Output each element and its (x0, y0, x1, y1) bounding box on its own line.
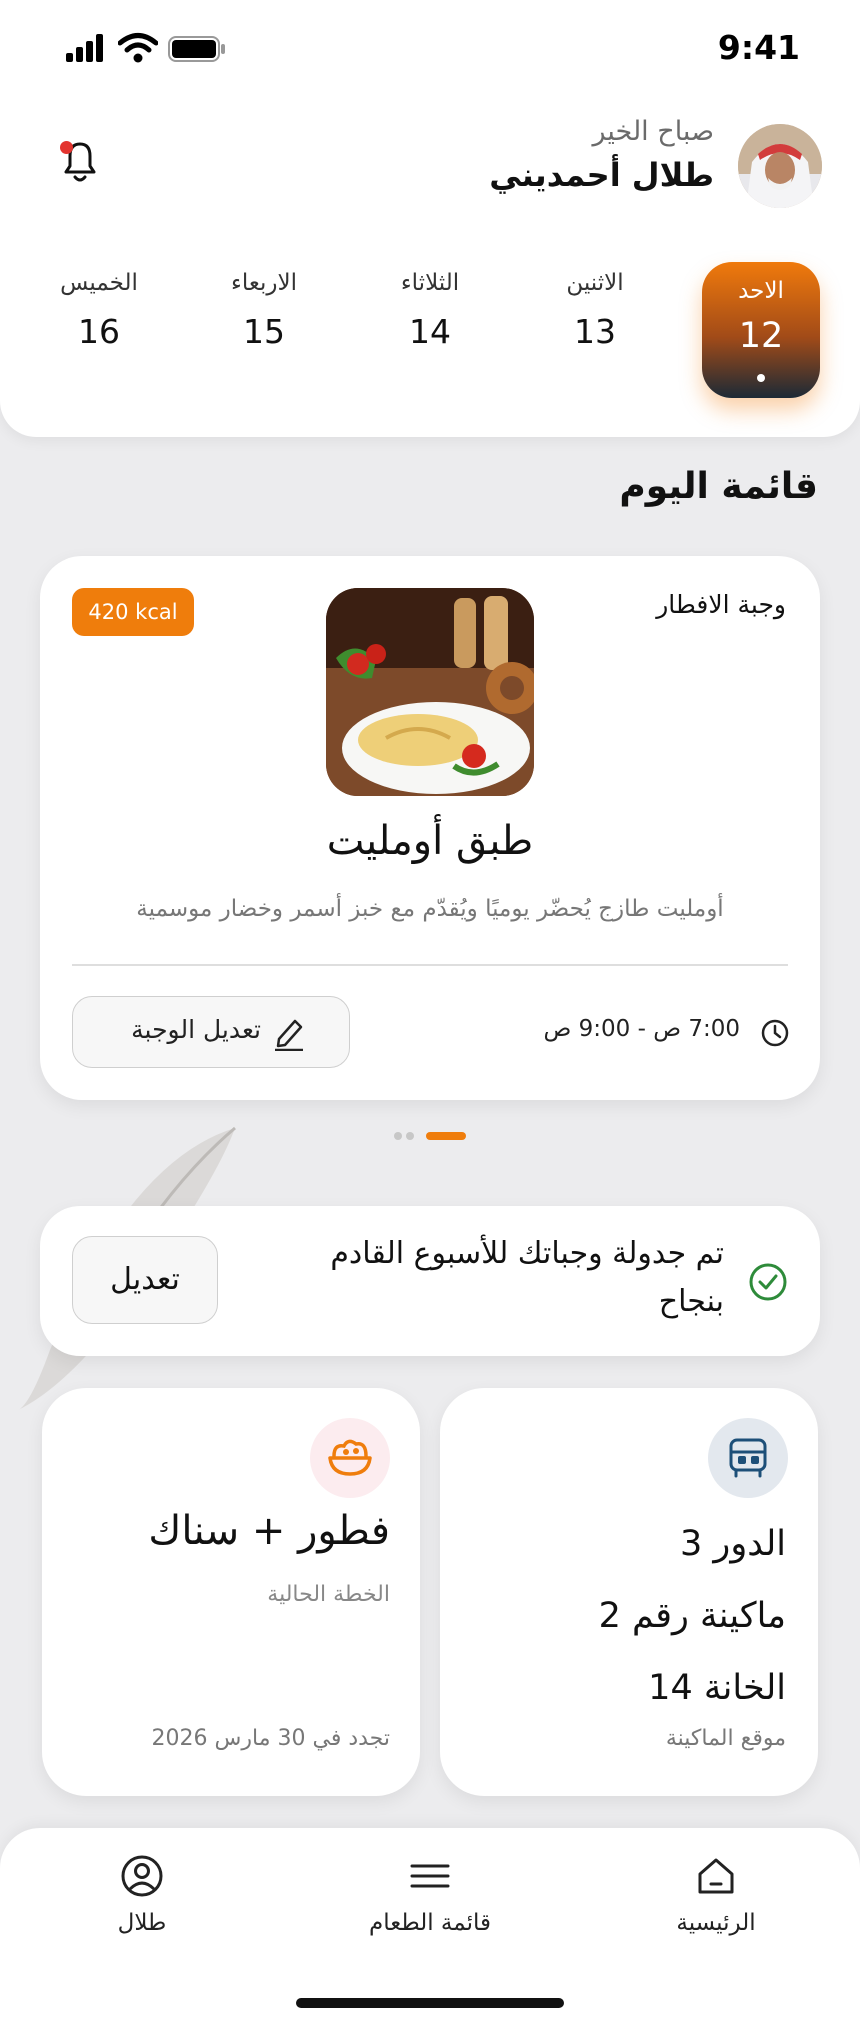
day-name: الاثنين (566, 270, 624, 296)
meal-time: 7:00 ص - 9:00 ص (500, 1014, 790, 1050)
cellular-signal-icon (66, 34, 110, 62)
pager-dot (394, 1132, 402, 1140)
day-name: الخميس (60, 270, 138, 296)
meal-time-text: 7:00 ص - 9:00 ص (543, 1016, 740, 1042)
day-tuesday[interactable]: الثلاثاء 14 (365, 270, 495, 351)
nav-food-menu-label: قائمة الطعام (369, 1910, 491, 1936)
nav-home[interactable]: الرئيسية (606, 1852, 826, 1972)
user-circle-icon (121, 1855, 163, 1897)
section-title: قائمة اليوم (619, 466, 818, 507)
meal-description: أومليت طازج يُحضّر يوميًا ويُقدّم مع خبز… (136, 896, 724, 922)
day-sunday[interactable]: الاحد 12 (702, 262, 820, 398)
day-wednesday[interactable]: الاربعاء 15 (199, 270, 329, 351)
day-number: 14 (409, 312, 451, 351)
day-name: الثلاثاء (400, 270, 460, 296)
day-number: 12 (738, 316, 784, 356)
selected-day-dot (757, 374, 765, 382)
machine-number: ماكينة رقم 2 (598, 1596, 786, 1636)
clock-icon (761, 1019, 789, 1047)
nav-profile-label: طلال (117, 1910, 167, 1936)
vending-machine-icon (729, 1438, 767, 1478)
day-number: 13 (574, 312, 616, 351)
salad-bowl-icon (328, 1439, 372, 1476)
pager-dot-active (426, 1132, 466, 1140)
carousel-pager[interactable] (380, 1130, 480, 1142)
pager-dot (406, 1132, 414, 1140)
plan-renew-date: تجدد في 30 مارس 2026 (151, 1726, 390, 1751)
day-thursday[interactable]: الخميس 16 (34, 270, 164, 351)
status-time: 9:41 (717, 28, 800, 67)
user-avatar[interactable] (738, 124, 822, 208)
nav-food-menu[interactable]: قائمة الطعام (320, 1852, 540, 1972)
plan-title: فطور + سناك (148, 1508, 390, 1554)
machine-slot: الخانة 14 (648, 1668, 786, 1708)
pencil-icon (275, 1019, 303, 1051)
day-number: 16 (78, 312, 120, 351)
machine-caption: موقع الماكينة (665, 1726, 786, 1751)
edit-meal-button[interactable]: تعديل الوجبة (72, 996, 350, 1068)
avatar-image (738, 124, 822, 208)
nav-home-label: الرئيسية (676, 1910, 756, 1936)
menu-lines-icon (410, 1864, 450, 1888)
day-monday[interactable]: الاثنين 13 (530, 270, 660, 351)
user-name: طلال أحمديني (489, 156, 714, 194)
edit-meal-label: تعديل الوجبة (131, 1015, 261, 1044)
meal-name: طبق أومليت (326, 818, 534, 864)
notification-dot (60, 141, 73, 154)
notice-edit-button[interactable]: تعديل (72, 1236, 218, 1324)
divider (72, 964, 788, 966)
battery-icon (168, 36, 225, 62)
kcal-badge: 420 kcal (72, 588, 194, 636)
day-name: الاحد (738, 278, 784, 304)
day-number: 15 (243, 312, 285, 351)
plan-caption: الخطة الحالية (267, 1582, 390, 1607)
home-icon (698, 1858, 734, 1894)
meal-image (326, 588, 534, 796)
salad-bowl-icon-wrap (310, 1418, 390, 1498)
vending-machine-icon-wrap (708, 1418, 788, 1498)
home-indicator[interactable] (296, 1998, 564, 2008)
machine-location-lines: الدور 3 ماكينة رقم 2 الخانة 14 (470, 1508, 786, 1724)
wifi-icon (118, 33, 158, 63)
machine-floor: الدور 3 (680, 1524, 786, 1564)
nav-profile[interactable]: طلال (32, 1852, 252, 1972)
greeting-text: صباح الخير (592, 116, 714, 147)
day-name: الاربعاء (231, 270, 297, 296)
schedule-notice-text: تم جدولة وجباتك للأسبوع القادم بنجاح (330, 1236, 724, 1319)
check-circle-icon (749, 1263, 787, 1301)
meal-type: وجبة الافطار (656, 590, 786, 619)
